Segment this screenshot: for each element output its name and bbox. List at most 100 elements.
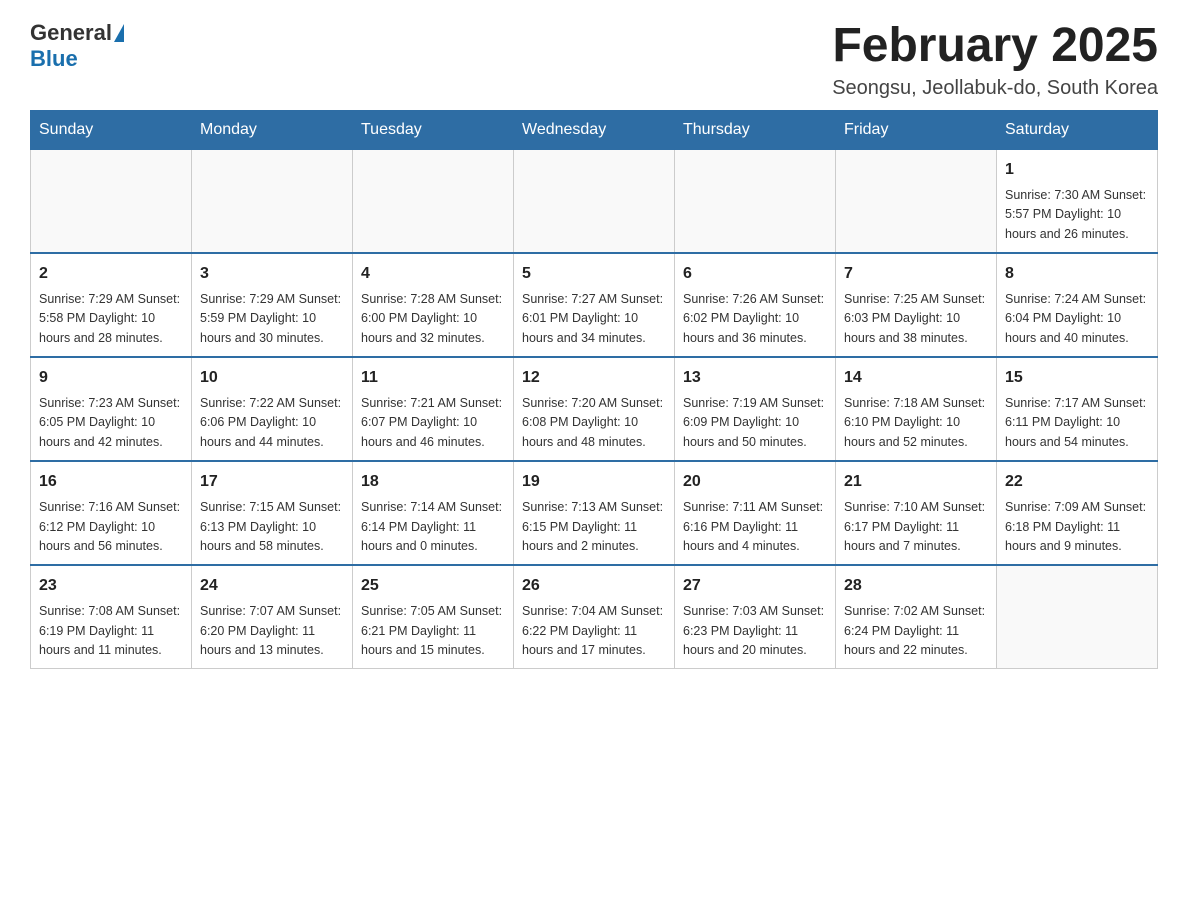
day-number: 23 xyxy=(39,574,183,598)
day-info: Sunrise: 7:17 AM Sunset: 6:11 PM Dayligh… xyxy=(1005,394,1149,452)
day-number: 7 xyxy=(844,262,988,286)
calendar-title: February 2025 xyxy=(832,20,1158,73)
calendar-cell: 13 Sunrise: 7:19 AM Sunset: 6:09 PM Dayli… xyxy=(675,357,836,461)
day-info: Sunrise: 7:29 AM Sunset: 5:58 PM Dayligh… xyxy=(39,290,183,348)
day-info: Sunrise: 7:21 AM Sunset: 6:07 PM Dayligh… xyxy=(361,394,505,452)
day-info: Sunrise: 7:10 AM Sunset: 6:17 PM Dayligh… xyxy=(844,498,988,556)
week-row-0: 1 Sunrise: 7:30 AM Sunset: 5:57 PM Daylig… xyxy=(31,149,1158,253)
day-info: Sunrise: 7:13 AM Sunset: 6:15 PM Dayligh… xyxy=(522,498,666,556)
day-info: Sunrise: 7:26 AM Sunset: 6:02 PM Dayligh… xyxy=(683,290,827,348)
calendar-header: SundayMondayTuesdayWednesdayThursdayFrid… xyxy=(31,110,1158,149)
day-info: Sunrise: 7:25 AM Sunset: 6:03 PM Dayligh… xyxy=(844,290,988,348)
day-info: Sunrise: 7:15 AM Sunset: 6:13 PM Dayligh… xyxy=(200,498,344,556)
day-number: 1 xyxy=(1005,158,1149,182)
calendar-cell: 28 Sunrise: 7:02 AM Sunset: 6:24 PM Dayli… xyxy=(836,565,997,669)
day-info: Sunrise: 7:04 AM Sunset: 6:22 PM Dayligh… xyxy=(522,602,666,660)
calendar-cell xyxy=(192,149,353,253)
page-header: General Blue February 2025 Seongsu, Jeol… xyxy=(30,20,1158,100)
day-number: 13 xyxy=(683,366,827,390)
day-number: 6 xyxy=(683,262,827,286)
calendar-cell: 4Sunrise: 7:28 AM Sunset: 6:00 PM Daylig… xyxy=(353,253,514,357)
day-number: 27 xyxy=(683,574,827,598)
day-info: Sunrise: 7:08 AM Sunset: 6:19 PM Dayligh… xyxy=(39,602,183,660)
calendar-cell: 27Sunrise: 7:03 AM Sunset: 6:23 PM Dayli… xyxy=(675,565,836,669)
day-number: 11 xyxy=(361,366,505,390)
week-row-2: 9 Sunrise: 7:23 AM Sunset: 6:05 PM Daylig… xyxy=(31,357,1158,461)
calendar-cell xyxy=(353,149,514,253)
calendar-cell: 24Sunrise: 7:07 AM Sunset: 6:20 PM Dayli… xyxy=(192,565,353,669)
day-info: Sunrise: 7:27 AM Sunset: 6:01 PM Dayligh… xyxy=(522,290,666,348)
calendar-cell: 1 Sunrise: 7:30 AM Sunset: 5:57 PM Daylig… xyxy=(997,149,1158,253)
calendar-cell: 9 Sunrise: 7:23 AM Sunset: 6:05 PM Daylig… xyxy=(31,357,192,461)
week-row-4: 23 Sunrise: 7:08 AM Sunset: 6:19 PM Dayli… xyxy=(31,565,1158,669)
calendar-cell: 20 Sunrise: 7:11 AM Sunset: 6:16 PM Dayli… xyxy=(675,461,836,565)
calendar-cell xyxy=(836,149,997,253)
day-number: 28 xyxy=(844,574,988,598)
day-info: Sunrise: 7:05 AM Sunset: 6:21 PM Dayligh… xyxy=(361,602,505,660)
logo-triangle-icon xyxy=(114,24,124,42)
calendar-body: 1 Sunrise: 7:30 AM Sunset: 5:57 PM Daylig… xyxy=(31,149,1158,669)
day-number: 15 xyxy=(1005,366,1149,390)
day-info: Sunrise: 7:07 AM Sunset: 6:20 PM Dayligh… xyxy=(200,602,344,660)
header-row: SundayMondayTuesdayWednesdayThursdayFrid… xyxy=(31,110,1158,149)
day-number: 26 xyxy=(522,574,666,598)
day-number: 14 xyxy=(844,366,988,390)
calendar-cell: 26 Sunrise: 7:04 AM Sunset: 6:22 PM Dayli… xyxy=(514,565,675,669)
day-number: 22 xyxy=(1005,470,1149,494)
day-info: Sunrise: 7:16 AM Sunset: 6:12 PM Dayligh… xyxy=(39,498,183,556)
day-number: 21 xyxy=(844,470,988,494)
day-info: Sunrise: 7:29 AM Sunset: 5:59 PM Dayligh… xyxy=(200,290,344,348)
calendar-cell: 16 Sunrise: 7:16 AM Sunset: 6:12 PM Dayli… xyxy=(31,461,192,565)
title-block: February 2025 Seongsu, Jeollabuk-do, Sou… xyxy=(832,20,1158,100)
day-number: 25 xyxy=(361,574,505,598)
day-info: Sunrise: 7:22 AM Sunset: 6:06 PM Dayligh… xyxy=(200,394,344,452)
day-info: Sunrise: 7:24 AM Sunset: 6:04 PM Dayligh… xyxy=(1005,290,1149,348)
calendar-cell: 6 Sunrise: 7:26 AM Sunset: 6:02 PM Daylig… xyxy=(675,253,836,357)
day-number: 16 xyxy=(39,470,183,494)
day-info: Sunrise: 7:19 AM Sunset: 6:09 PM Dayligh… xyxy=(683,394,827,452)
calendar-subtitle: Seongsu, Jeollabuk-do, South Korea xyxy=(832,77,1158,100)
logo-blue-label: Blue xyxy=(30,46,78,72)
header-sunday: Sunday xyxy=(31,110,192,149)
header-thursday: Thursday xyxy=(675,110,836,149)
header-monday: Monday xyxy=(192,110,353,149)
logo: General Blue xyxy=(30,20,124,72)
calendar-cell xyxy=(997,565,1158,669)
calendar-cell xyxy=(675,149,836,253)
calendar-cell: 2 Sunrise: 7:29 AM Sunset: 5:58 PM Daylig… xyxy=(31,253,192,357)
calendar-cell: 11 Sunrise: 7:21 AM Sunset: 6:07 PM Dayli… xyxy=(353,357,514,461)
day-info: Sunrise: 7:14 AM Sunset: 6:14 PM Dayligh… xyxy=(361,498,505,556)
day-number: 3 xyxy=(200,262,344,286)
day-info: Sunrise: 7:11 AM Sunset: 6:16 PM Dayligh… xyxy=(683,498,827,556)
day-info: Sunrise: 7:02 AM Sunset: 6:24 PM Dayligh… xyxy=(844,602,988,660)
day-number: 8 xyxy=(1005,262,1149,286)
calendar-cell: 7 Sunrise: 7:25 AM Sunset: 6:03 PM Daylig… xyxy=(836,253,997,357)
day-number: 19 xyxy=(522,470,666,494)
calendar-cell: 5Sunrise: 7:27 AM Sunset: 6:01 PM Daylig… xyxy=(514,253,675,357)
day-info: Sunrise: 7:18 AM Sunset: 6:10 PM Dayligh… xyxy=(844,394,988,452)
logo-general-label: General xyxy=(30,20,112,46)
calendar-cell xyxy=(31,149,192,253)
day-info: Sunrise: 7:23 AM Sunset: 6:05 PM Dayligh… xyxy=(39,394,183,452)
day-info: Sunrise: 7:20 AM Sunset: 6:08 PM Dayligh… xyxy=(522,394,666,452)
calendar-cell: 14 Sunrise: 7:18 AM Sunset: 6:10 PM Dayli… xyxy=(836,357,997,461)
day-number: 9 xyxy=(39,366,183,390)
calendar-cell: 25 Sunrise: 7:05 AM Sunset: 6:21 PM Dayli… xyxy=(353,565,514,669)
calendar-cell: 10Sunrise: 7:22 AM Sunset: 6:06 PM Dayli… xyxy=(192,357,353,461)
day-number: 20 xyxy=(683,470,827,494)
calendar-cell: 19 Sunrise: 7:13 AM Sunset: 6:15 PM Dayli… xyxy=(514,461,675,565)
day-number: 2 xyxy=(39,262,183,286)
calendar-table: SundayMondayTuesdayWednesdayThursdayFrid… xyxy=(30,110,1158,670)
logo-general-text: General xyxy=(30,20,124,46)
day-number: 12 xyxy=(522,366,666,390)
calendar-cell: 15 Sunrise: 7:17 AM Sunset: 6:11 PM Dayli… xyxy=(997,357,1158,461)
calendar-cell: 22 Sunrise: 7:09 AM Sunset: 6:18 PM Dayli… xyxy=(997,461,1158,565)
day-number: 17 xyxy=(200,470,344,494)
day-info: Sunrise: 7:30 AM Sunset: 5:57 PM Dayligh… xyxy=(1005,186,1149,244)
calendar-cell: 3 Sunrise: 7:29 AM Sunset: 5:59 PM Daylig… xyxy=(192,253,353,357)
calendar-cell: 12 Sunrise: 7:20 AM Sunset: 6:08 PM Dayli… xyxy=(514,357,675,461)
header-saturday: Saturday xyxy=(997,110,1158,149)
day-info: Sunrise: 7:09 AM Sunset: 6:18 PM Dayligh… xyxy=(1005,498,1149,556)
week-row-3: 16 Sunrise: 7:16 AM Sunset: 6:12 PM Dayli… xyxy=(31,461,1158,565)
calendar-cell xyxy=(514,149,675,253)
